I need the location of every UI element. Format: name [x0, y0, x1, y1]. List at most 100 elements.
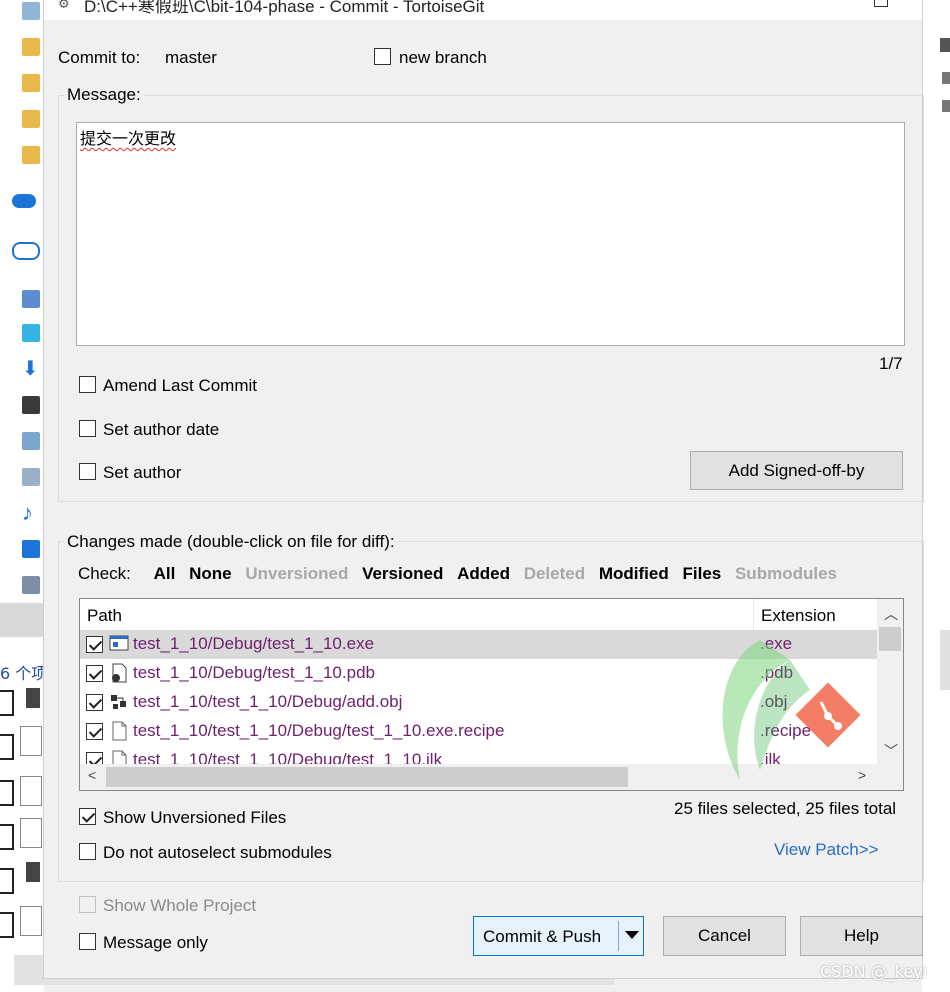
scroll-down-icon[interactable]: ﹀ — [884, 741, 898, 761]
folder-icon — [22, 38, 40, 56]
column-separator[interactable] — [753, 599, 754, 631]
table-row[interactable]: test_1_10/test_1_10/Debug/add.obj .obj — [80, 688, 877, 717]
folder-icon — [22, 74, 40, 92]
check-filter-bar: Check: All None Unversioned Versioned Ad… — [78, 564, 846, 584]
amend-last-commit-checkbox[interactable] — [79, 376, 96, 393]
file-checkbox[interactable] — [86, 665, 103, 682]
filter-added[interactable]: Added — [457, 564, 510, 583]
downloads-icon: ⬇ — [22, 358, 40, 380]
filter-none[interactable]: None — [189, 564, 232, 583]
tortoisegit-icon: ⚙ — [58, 0, 70, 11]
commit-to-label: Commit to: — [58, 48, 141, 67]
title-bar: ⚙ D:\C++寒假班\C\bit-104-phase - Commit - T… — [44, 0, 922, 20]
music-icon: ♪ — [22, 502, 40, 524]
maximize-icon[interactable] — [874, 0, 888, 7]
filter-versioned[interactable]: Versioned — [362, 564, 443, 583]
file-checkbox[interactable] — [86, 694, 103, 711]
set-author-checkbox[interactable] — [79, 463, 96, 480]
help-button[interactable]: Help — [800, 916, 923, 956]
column-header-path[interactable]: Path — [87, 606, 122, 626]
no-autoselect-submodules-checkbox[interactable] — [79, 843, 96, 860]
obj-icon — [26, 862, 40, 882]
onedrive-icon — [12, 194, 36, 208]
obj-icon — [109, 692, 129, 712]
dropdown-arrow-icon[interactable] — [625, 931, 639, 939]
file-checkbox[interactable] — [86, 636, 103, 653]
cancel-button[interactable]: Cancel — [663, 916, 786, 956]
pictures-icon — [22, 432, 40, 450]
file-icon — [20, 906, 42, 936]
vertical-scrollbar[interactable]: ︿ ﹀ — [877, 599, 903, 764]
scrollbar-corner — [877, 764, 903, 790]
file-extension: .recipe — [760, 721, 812, 740]
no-autoselect-submodules-label: Do not autoselect submodules — [103, 843, 332, 862]
3d-objects-icon — [22, 324, 40, 342]
set-author-label: Set author — [103, 463, 182, 482]
file-checkbox[interactable] — [86, 723, 103, 740]
scroll-left-icon[interactable]: < — [88, 767, 96, 783]
videos-icon — [22, 396, 40, 414]
filter-submodules[interactable]: Submodules — [735, 564, 837, 583]
message-group-label: Message: — [64, 85, 144, 105]
show-whole-project-checkbox[interactable] — [79, 896, 96, 913]
selection-status: 25 files selected, 25 files total — [674, 799, 897, 818]
table-row[interactable]: test_1_10/Debug/test_1_10.exe .exe — [80, 630, 877, 659]
file-extension: .pdb — [760, 663, 794, 682]
drive-icon — [22, 576, 40, 594]
add-signed-off-by-button[interactable]: Add Signed-off-by — [690, 451, 903, 490]
branch-name: master — [165, 48, 217, 67]
column-header-extension[interactable]: Extension — [761, 606, 836, 626]
changed-files-list[interactable]: Path Extension test_1_10/Debug/test_1_10… — [79, 598, 904, 791]
table-row[interactable]: test_1_10/Debug/test_1_10.pdb .pdb — [80, 659, 877, 688]
horizontal-scrollbar[interactable]: < > — [80, 764, 877, 790]
message-only-label: Message only — [103, 933, 208, 952]
show-unversioned-label: Show Unversioned Files — [103, 808, 287, 827]
file-icon — [20, 726, 42, 756]
scroll-right-icon[interactable]: > — [858, 767, 866, 783]
folder-icon — [22, 146, 40, 164]
desktop-icon — [22, 540, 40, 558]
commit-message-textarea[interactable]: 提交一次更改 — [76, 122, 905, 346]
this-pc-icon — [22, 290, 40, 308]
filter-unversioned[interactable]: Unversioned — [245, 564, 348, 583]
picture-icon — [22, 2, 40, 20]
message-position: 1/7 — [879, 354, 903, 373]
list-header: Path Extension — [80, 599, 877, 632]
documents-icon — [22, 468, 40, 486]
filter-files[interactable]: Files — [682, 564, 721, 583]
file-icon — [109, 721, 129, 741]
filter-all[interactable]: All — [154, 564, 176, 583]
horizontal-scroll-thumb[interactable] — [106, 767, 628, 787]
show-whole-project-label: Show Whole Project — [103, 896, 257, 915]
background-explorer-right — [922, 0, 950, 992]
background-selected-item — [0, 603, 44, 637]
changes-group-label: Changes made (double-click on file for d… — [64, 532, 398, 552]
file-path: test_1_10/Debug/test_1_10.pdb — [133, 663, 375, 682]
file-path: test_1_10/test_1_10/Debug/add.obj — [133, 692, 403, 711]
new-branch-label: new branch — [399, 48, 487, 67]
show-unversioned-checkbox[interactable] — [79, 808, 96, 825]
commit-message-text: 提交一次更改 — [80, 129, 177, 148]
commit-push-button-label[interactable]: Commit & Push — [483, 927, 601, 947]
filter-deleted[interactable]: Deleted — [524, 564, 585, 583]
table-row[interactable]: test_1_10/test_1_10/Debug/test_1_10.exe.… — [80, 717, 877, 746]
obj-icon — [26, 688, 40, 708]
background-file-list — [0, 684, 44, 954]
exe-icon — [109, 634, 129, 654]
pdb-icon — [109, 663, 129, 683]
commit-push-split-button[interactable]: Commit & Push — [473, 916, 644, 956]
file-path: test_1_10/Debug/test_1_10.exe — [133, 634, 375, 653]
view-patch-link[interactable]: View Patch>> — [774, 840, 879, 860]
message-only-checkbox[interactable] — [79, 933, 96, 950]
scroll-up-icon[interactable]: ︿ — [884, 604, 898, 624]
check-label: Check: — [78, 564, 131, 583]
new-branch-checkbox[interactable] — [374, 48, 391, 65]
file-icon — [20, 776, 42, 806]
file-icon — [20, 818, 42, 848]
background-item-count: 6 个项 — [0, 664, 48, 683]
set-author-date-checkbox[interactable] — [79, 420, 96, 437]
window-title: D:\C++寒假班\C\bit-104-phase - Commit - Tor… — [84, 0, 485, 16]
filter-modified[interactable]: Modified — [599, 564, 669, 583]
vertical-scroll-thumb[interactable] — [879, 627, 901, 651]
file-extension: .exe — [760, 634, 793, 653]
